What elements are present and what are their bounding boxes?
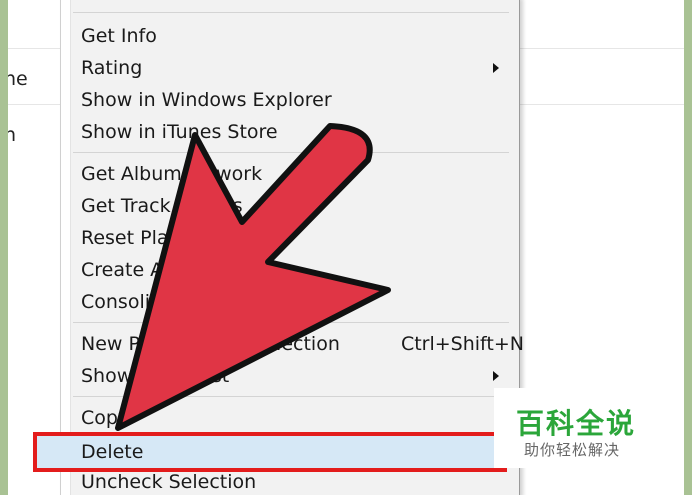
menu-item-label: Reset Plays xyxy=(81,227,190,249)
watermark-subtitle: 助你轻松解决 xyxy=(524,441,621,459)
menu-item-label: Show in Windows Explorer xyxy=(81,89,332,111)
menu-item-consolidate-files[interactable]: Consolidate Files... xyxy=(71,286,511,318)
submenu-arrow-icon xyxy=(493,63,499,73)
menu-item-get-album-artwork[interactable]: Get Album Artwork xyxy=(71,158,511,190)
menu-item-show-in-playlist[interactable]: Show in Playlist xyxy=(71,360,511,392)
menu-separator xyxy=(73,152,509,153)
menu-item-reset-plays[interactable]: Reset Plays xyxy=(71,222,511,254)
background-list-text: h xyxy=(8,124,17,146)
menu-item-label: Create AAC Version xyxy=(81,259,266,281)
menu-item-label: Uncheck Selection xyxy=(81,471,257,493)
menu-separator xyxy=(73,396,509,397)
menu-item-show-in-itunes-store[interactable]: Show in iTunes Store xyxy=(71,116,511,148)
menu-icon-gutter xyxy=(61,0,71,495)
menu-item-rating[interactable]: Rating xyxy=(71,52,511,84)
watermark-logo: 百科全说 助你轻松解决 xyxy=(494,388,670,468)
watermark-title: 百科全说 xyxy=(516,407,637,440)
menu-item-label: Show in iTunes Store xyxy=(81,121,278,143)
menu-item-shortcut: Ctrl+Shift+N xyxy=(400,333,524,355)
background-list-text: ne xyxy=(8,68,28,90)
menu-item-label: Show in Playlist xyxy=(81,365,230,387)
menu-item-label: Copy xyxy=(81,407,130,429)
menu-item-label: Delete xyxy=(81,441,144,463)
context-menu: Get Info Rating Show in Windows Explorer… xyxy=(33,0,524,495)
menu-item-label: Get Info xyxy=(81,25,157,47)
menu-item-create-aac-version[interactable]: Create AAC Version xyxy=(71,254,511,286)
menu-separator xyxy=(73,12,509,13)
menu-item-label: Get Track Names xyxy=(81,195,243,217)
menu-item-get-track-names[interactable]: Get Track Names xyxy=(71,190,511,222)
menu-item-copy[interactable]: Copy xyxy=(71,402,511,434)
menu-item-get-info[interactable]: Get Info xyxy=(71,20,511,52)
menu-item-uncheck-selection[interactable]: Uncheck Selection xyxy=(71,466,511,495)
menu-separator xyxy=(73,322,509,323)
menu-item-delete[interactable]: Delete xyxy=(33,432,507,472)
menu-item-show-in-windows-explorer[interactable]: Show in Windows Explorer xyxy=(71,84,511,116)
menu-item-label: Consolidate Files... xyxy=(81,291,259,313)
menu-item-label: New Playlist from Selection xyxy=(81,333,340,355)
menu-item-new-playlist-from-selection[interactable]: New Playlist from Selection Ctrl+Shift+N xyxy=(71,328,524,360)
submenu-arrow-icon xyxy=(493,371,499,381)
menu-item-label: Rating xyxy=(81,57,143,79)
menu-item-label: Get Album Artwork xyxy=(81,163,263,185)
